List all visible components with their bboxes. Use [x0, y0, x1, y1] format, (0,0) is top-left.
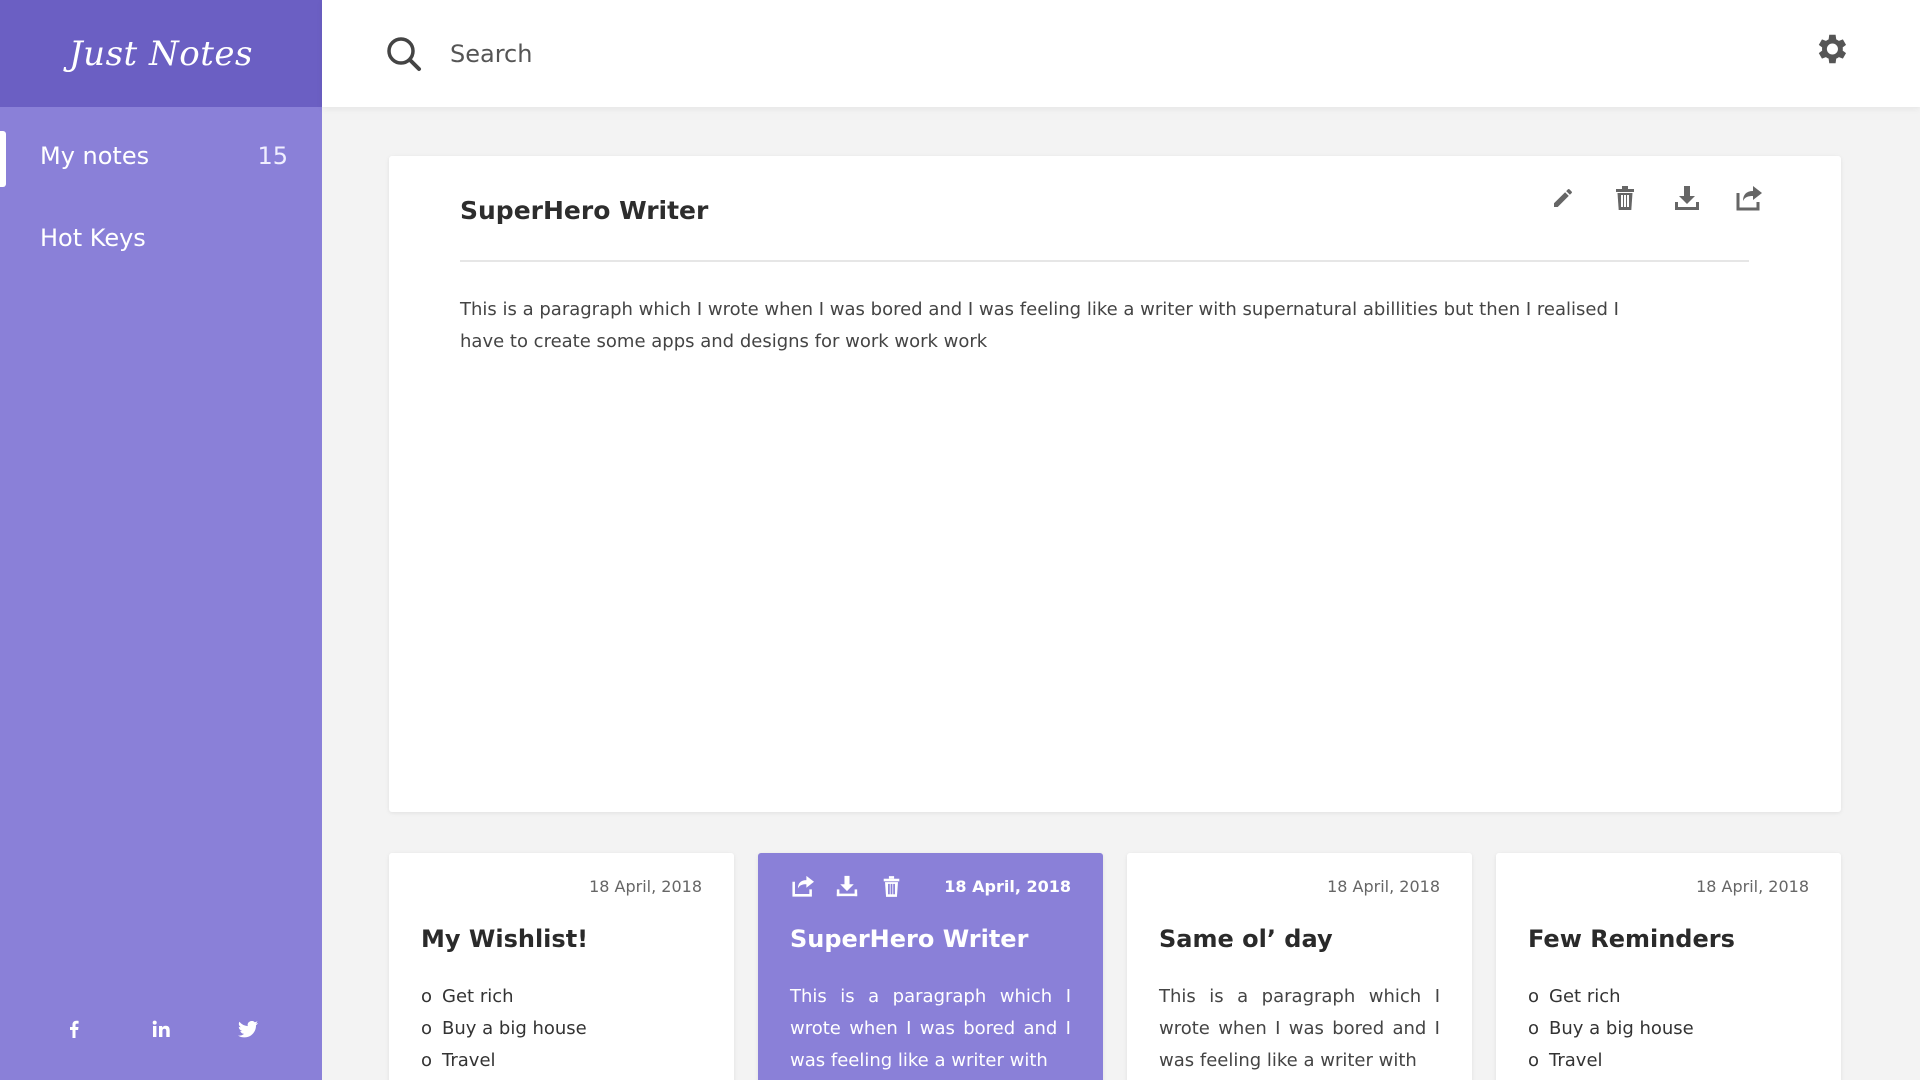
app-logo: Just Notes	[0, 0, 322, 107]
note-card-title: My Wishlist!	[421, 925, 589, 953]
note-date: 18 April, 2018	[589, 876, 702, 896]
list-item: Travel	[1528, 1045, 1809, 1077]
notes-count: 15	[257, 142, 288, 170]
note-preview: This is a paragraph which I wrote when I…	[790, 986, 1071, 1071]
download-icon[interactable]	[1673, 184, 1701, 212]
search-input[interactable]	[450, 39, 1450, 68]
note-checklist: Get rich Buy a big house Travel	[421, 981, 702, 1077]
note-card[interactable]: 18 April, 2018 Same ol’ day This is a pa…	[1127, 853, 1472, 1080]
list-item: Get rich	[1528, 981, 1809, 1013]
sidebar: Just Notes My notes 15 Hot Keys	[0, 0, 322, 1080]
list-item: Travel	[421, 1045, 702, 1077]
note-date: 18 April, 2018	[1696, 876, 1809, 896]
sidebar-item-my-notes[interactable]: My notes 15	[0, 115, 322, 197]
list-item: Buy a big house	[421, 1013, 702, 1045]
share-icon[interactable]	[1735, 184, 1763, 212]
facebook-icon[interactable]	[59, 1014, 89, 1044]
linkedin-icon[interactable]	[146, 1014, 176, 1044]
note-date: 18 April, 2018	[944, 876, 1071, 896]
note-date: 18 April, 2018	[1327, 876, 1440, 896]
note-card-selected[interactable]: 18 April, 2018 SuperHero Writer This is …	[758, 853, 1103, 1080]
twitter-icon[interactable]	[233, 1014, 263, 1044]
note-checklist: Get rich Buy a big house Travel	[1528, 981, 1809, 1077]
notes-list: 18 April, 2018 My Wishlist! Get rich Buy…	[389, 853, 1841, 1080]
top-bar	[322, 0, 1920, 107]
social-links	[0, 1014, 322, 1044]
card-actions	[790, 873, 904, 899]
edit-pencil-icon[interactable]	[1549, 184, 1577, 212]
sidebar-item-label: Hot Keys	[40, 224, 146, 252]
note-detail-card: SuperHero Writer This is a paragraph whi…	[389, 156, 1841, 812]
title-divider	[460, 260, 1749, 262]
list-item: Get rich	[421, 981, 702, 1013]
settings-gear-icon[interactable]	[1812, 30, 1852, 70]
search-icon[interactable]	[386, 34, 426, 74]
note-body[interactable]: This is a paragraph which I wrote when I…	[460, 294, 1640, 358]
sidebar-item-hot-keys[interactable]: Hot Keys	[0, 197, 322, 279]
note-card[interactable]: 18 April, 2018 My Wishlist! Get rich Buy…	[389, 853, 734, 1080]
note-actions	[1549, 184, 1763, 212]
note-card-title: Few Reminders	[1528, 925, 1735, 953]
sidebar-item-label: My notes	[40, 142, 150, 170]
delete-trash-icon[interactable]	[1611, 184, 1639, 212]
note-card[interactable]: 18 April, 2018 Few Reminders Get rich Bu…	[1496, 853, 1841, 1080]
note-title: SuperHero Writer	[460, 196, 709, 225]
list-item: Buy a big house	[1528, 1013, 1809, 1045]
app: Just Notes My notes 15 Hot Keys Search S…	[0, 0, 1920, 1080]
note-card-title: Same ol’ day	[1159, 925, 1333, 953]
share-icon[interactable]	[790, 873, 816, 899]
delete-trash-icon[interactable]	[878, 873, 904, 899]
download-icon[interactable]	[834, 873, 860, 899]
note-card-title: SuperHero Writer	[790, 925, 1029, 953]
note-preview: This is a paragraph which I wrote when I…	[1159, 986, 1440, 1071]
